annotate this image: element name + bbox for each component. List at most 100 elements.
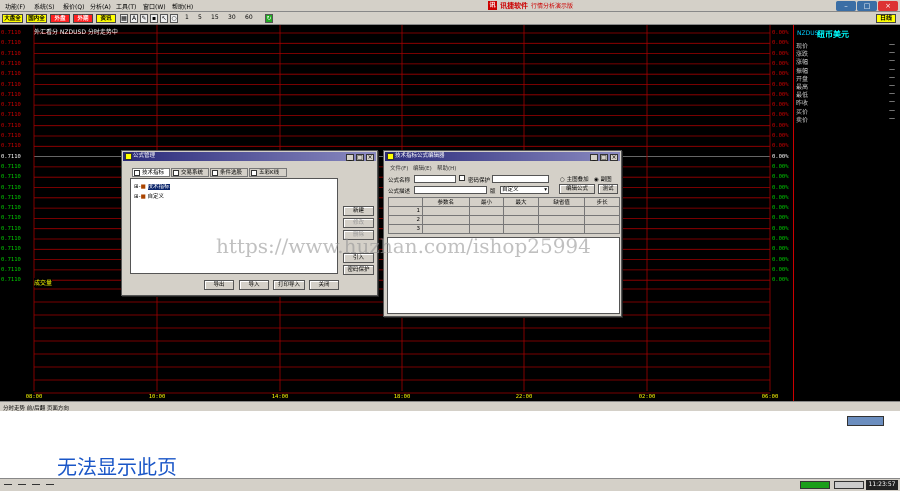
grid-icon[interactable]: ▦ — [120, 14, 128, 23]
radio-main-chart[interactable]: ○ 主图叠加 — [560, 175, 589, 183]
table-cell[interactable] — [503, 224, 539, 234]
app-name: 讯捷软件 — [500, 2, 528, 10]
password-checkbox[interactable] — [459, 175, 465, 181]
import-file-button[interactable]: 导入 — [239, 280, 269, 290]
percent-tick: 0.00% — [772, 256, 789, 263]
formula-name-input[interactable] — [414, 175, 456, 183]
maximize-icon[interactable]: □ — [356, 154, 364, 161]
chart-info: 外汇看分 NZDUSD 分时走势中 — [34, 29, 118, 36]
text-icon[interactable]: A — [130, 14, 138, 23]
minimize-icon[interactable]: _ — [346, 154, 354, 161]
menu-tools[interactable]: 工具(T) — [116, 2, 136, 11]
menu-quote[interactable]: 报价(Q) — [63, 2, 84, 11]
print-import-button[interactable]: 打印导入 — [273, 280, 305, 290]
menu-edit[interactable]: 编辑(E) — [413, 164, 432, 172]
menu-file[interactable]: 文件(F) — [390, 164, 408, 172]
minimize-icon[interactable]: _ — [590, 154, 598, 161]
foreign-market-button[interactable]: 外盘 — [50, 14, 70, 23]
refresh-icon[interactable]: ↻ — [265, 14, 273, 23]
search-icon[interactable]: ○ — [170, 14, 178, 23]
table-cell[interactable] — [468, 224, 505, 234]
mini-widget[interactable] — [847, 416, 884, 426]
table-cell[interactable] — [537, 215, 586, 225]
period-5[interactable]: 5 — [198, 14, 202, 21]
table-cell[interactable] — [468, 206, 505, 216]
version-select[interactable]: 自定义 ▾ — [500, 186, 549, 194]
close-icon[interactable]: × — [610, 154, 618, 161]
formula-desc-input[interactable] — [414, 186, 487, 194]
password-input[interactable] — [492, 175, 549, 183]
table-cell[interactable] — [584, 206, 620, 216]
news-button[interactable]: 资讯 — [96, 14, 116, 23]
foreign-futures-button[interactable]: 外期 — [73, 14, 93, 23]
price-tick: 0.7110 — [1, 122, 21, 129]
daily-button[interactable]: 日线 — [875, 14, 896, 23]
table-row[interactable]: 1 — [388, 206, 620, 216]
maximize-icon[interactable]: □ — [600, 154, 608, 161]
dialog-title-bar[interactable]: 技术指标公式编辑器 _ □ × — [385, 152, 620, 161]
test-button[interactable]: 测试 — [598, 184, 618, 194]
dialog-title: 公式管理 — [133, 153, 156, 159]
taskbar-item[interactable] — [46, 484, 54, 485]
table-row[interactable]: 2 — [388, 215, 620, 225]
table-cell[interactable] — [537, 224, 586, 234]
table-cell[interactable] — [537, 206, 586, 216]
password-label: 密码保护 — [468, 178, 491, 184]
percent-tick: 0.00% — [772, 163, 789, 170]
arrow-icon[interactable]: ↖ — [160, 14, 168, 23]
table-cell[interactable] — [503, 206, 539, 216]
table-cell[interactable] — [422, 224, 470, 234]
market-all-button[interactable]: 大盘全 — [2, 14, 23, 23]
table-cell[interactable] — [584, 215, 620, 225]
table-row[interactable]: 3 — [388, 224, 620, 234]
tab-stock-screen[interactable]: 条件选股 — [210, 168, 248, 177]
app-icon — [387, 153, 394, 160]
table-cell[interactable] — [503, 215, 539, 225]
percent-tick: 0.00% — [772, 194, 789, 201]
pencil-icon[interactable]: ✎ — [140, 14, 148, 23]
tree-item-custom[interactable]: ⊞-■ 自定义 — [134, 192, 164, 200]
close-icon[interactable]: × — [878, 1, 898, 11]
period-60[interactable]: 60 — [245, 14, 253, 21]
period-15[interactable]: 15 — [211, 14, 219, 21]
password-protect-button[interactable]: 密码保护 — [343, 265, 374, 275]
menu-bar: 功能(F) 系统(S) 报价(Q) 分析(A) 工具(T) 窗口(W) 帮助(H… — [0, 0, 900, 12]
formula-tree[interactable]: ⊞-■ 技术指标 ⊞-■ 自定义 — [130, 178, 338, 274]
menu-function[interactable]: 功能(F) — [5, 2, 25, 11]
modify-button[interactable]: 修改 — [343, 218, 374, 228]
minimize-icon[interactable]: – — [836, 1, 856, 11]
new-button[interactable]: 新建 — [343, 206, 374, 216]
table-cell[interactable] — [584, 224, 620, 234]
tree-item-indicators[interactable]: ⊞-■ 技术指标 — [134, 182, 170, 190]
tab-indicator[interactable]: 技术指标 — [132, 168, 170, 177]
radio-sub-chart[interactable]: ◉ 副图 — [594, 175, 612, 183]
price-tick: 0.7110 — [1, 60, 21, 67]
maximize-icon[interactable]: □ — [857, 1, 877, 11]
taskbar-item[interactable] — [4, 484, 12, 485]
domestic-all-button[interactable]: 国内全 — [26, 14, 47, 23]
dialog-title-bar[interactable]: 公式管理 _ □ × — [123, 152, 376, 161]
tab-trading-system[interactable]: 交易系统 — [171, 168, 209, 177]
period-30[interactable]: 30 — [228, 14, 236, 21]
tab-candle-color[interactable]: 五彩K线 — [249, 168, 287, 177]
close-icon[interactable]: × — [366, 154, 374, 161]
table-cell[interactable] — [422, 215, 470, 225]
table-cell[interactable] — [422, 206, 470, 216]
price-tick: 0.7110 — [1, 91, 21, 98]
menu-analysis[interactable]: 分析(A) — [90, 2, 111, 11]
lock-icon[interactable]: ▪ — [150, 14, 158, 23]
quote-value: — — [889, 90, 895, 98]
taskbar-item[interactable] — [18, 484, 26, 485]
close-button[interactable]: 关闭 — [309, 280, 339, 290]
menu-window[interactable]: 窗口(W) — [143, 2, 166, 11]
browser-panel: 无法显示此页 — [0, 411, 900, 479]
export-button[interactable]: 导出 — [204, 280, 234, 290]
menu-system[interactable]: 系统(S) — [34, 2, 55, 11]
table-cell[interactable] — [468, 215, 505, 225]
menu-help[interactable]: 帮助(H) — [437, 164, 456, 172]
period-1[interactable]: 1 — [185, 14, 189, 21]
percent-tick: 0.00% — [772, 174, 789, 181]
edit-formula-button[interactable]: 编辑公式 — [559, 184, 595, 194]
taskbar-item[interactable] — [32, 484, 40, 485]
menu-help[interactable]: 帮助(H) — [172, 2, 193, 11]
